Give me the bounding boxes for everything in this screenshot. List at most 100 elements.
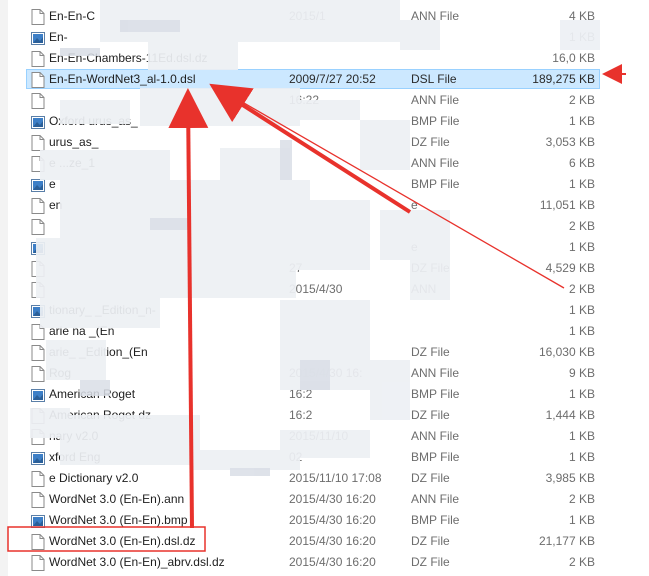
file-type: BMP File — [411, 450, 460, 464]
file-date-modified: 16:2 — [289, 387, 313, 401]
file-row[interactable]: e 1 KB — [26, 237, 600, 257]
file-name: tionary_ _Edition_n- — [49, 303, 156, 317]
file-type: ANN File — [411, 93, 460, 107]
bitmap-file-icon — [31, 177, 45, 193]
file-date-modified: 2015/11/10 17:08 — [289, 471, 382, 485]
file-type: BMP File — [411, 177, 460, 191]
file-size: 4,529 KB — [545, 261, 595, 275]
file-size: 1 KB — [568, 114, 595, 128]
file-row[interactable]: arie na _(En 1 KB — [26, 321, 600, 341]
file-name: En- — [49, 30, 68, 44]
file-row[interactable]: 2 KB — [26, 216, 600, 236]
file-name: En-En-WordNet3_al-1.0.dsl — [49, 72, 196, 86]
generic-file-icon — [31, 9, 45, 25]
bitmap-file-icon — [31, 450, 45, 466]
file-size: 1 KB — [568, 177, 595, 191]
file-name: WordNet 3.0 (En-En).bmp — [49, 513, 188, 527]
generic-file-icon — [31, 429, 45, 445]
file-size: 1 KB — [568, 30, 595, 44]
file-row[interactable]: xford Eng 02 BMP File 1 KB — [26, 447, 600, 467]
file-row[interactable]: nary v2.0 2015/11/10 ANN File 1 KB — [26, 426, 600, 446]
file-name: WordNet 3.0 (En-En).ann — [49, 492, 185, 506]
file-row[interactable]: En-En-C 2015/1 ANN File 4 KB — [26, 6, 600, 26]
file-row[interactable]: urus_as_ DZ File 3,053 KB — [26, 132, 600, 152]
file-name: urus_as_ — [49, 135, 99, 149]
generic-file-icon — [31, 72, 45, 88]
generic-file-icon — [31, 492, 45, 508]
file-row[interactable]: Oxford urus_as_ BMP File 1 KB — [26, 111, 600, 131]
file-date-modified: 2015/4/30 16:20 — [289, 534, 376, 548]
file-type: DZ File — [411, 555, 450, 569]
file-size: 1 KB — [568, 513, 595, 527]
file-date-modified: 27 — [289, 261, 303, 275]
file-name: WordNet 3.0 (En-En).dsl.dz — [49, 534, 196, 548]
file-size: 4 KB — [568, 9, 595, 23]
file-type: BMP File — [411, 114, 460, 128]
file-size: 16,0 KB — [552, 51, 595, 65]
file-type: DZ File — [411, 408, 450, 422]
file-row[interactable]: e BMP File 1 KB — [26, 174, 600, 194]
file-name: Oxford urus_as_ — [49, 114, 138, 128]
file-row[interactable]: American Roget 16:2 BMP File 1 KB — [26, 384, 600, 404]
generic-file-icon — [31, 261, 45, 277]
file-name: e Dictionary v2.0 — [49, 471, 139, 485]
file-name: en — [49, 198, 63, 212]
file-size: 1 KB — [568, 303, 595, 317]
file-date-modified: 2015/4/30 16: — [289, 366, 363, 380]
file-row[interactable]: en e 11,051 KB — [26, 195, 600, 215]
file-name: e — [49, 177, 56, 191]
file-type: ANN File — [411, 492, 460, 506]
file-name: American Roget dz — [49, 408, 152, 422]
file-date-modified: 16:22 — [289, 93, 320, 107]
file-row[interactable]: WordNet 3.0 (En-En).ann 2015/4/30 16:20 AN… — [26, 489, 600, 509]
file-row[interactable]: WordNet 3.0 (En-En).bmp 2015/4/30 16:20 BM… — [26, 510, 600, 530]
generic-file-icon — [31, 555, 45, 571]
file-type: DZ File — [411, 471, 450, 485]
file-type: ANN File — [411, 9, 460, 23]
file-row[interactable]: En- 1 KB — [26, 27, 600, 47]
file-name: En-En-Chambers-11Ed.dsl.dz — [49, 51, 208, 65]
generic-file-icon — [31, 93, 45, 109]
bitmap-file-icon — [31, 387, 45, 403]
file-row[interactable]: WordNet 3.0 (En-En)_abrv.dsl.dz 2015/4/30… — [26, 552, 600, 572]
file-type: DZ File — [411, 345, 450, 359]
file-row[interactable]: WordNet 3.0 (En-En).dsl.dz 2015/4/30 16:2… — [26, 531, 600, 551]
file-row[interactable]: 27 DZ File 4,529 KB — [26, 258, 600, 278]
file-row-selected[interactable]: En-En-WordNet3_al-1.0.dsl 2009/7/27 20:52… — [26, 69, 600, 89]
file-size: 3,985 KB — [545, 471, 595, 485]
file-row[interactable]: e ...ze_1 ANN File 6 KB — [26, 153, 600, 173]
generic-file-icon — [31, 534, 45, 550]
file-type: ANN File — [411, 366, 460, 380]
file-row[interactable]: En-En-Chambers-11Ed.dsl.dz 16,0 KB — [26, 48, 600, 68]
file-date-modified: 2009/7/27 20:52 — [289, 72, 376, 86]
file-row[interactable]: 16:22 ANN File 2 KB — [26, 90, 600, 110]
file-size: 1 KB — [568, 324, 595, 338]
file-size: 21,177 KB — [538, 534, 595, 548]
bitmap-file-icon — [31, 513, 45, 529]
file-size: 6 KB — [568, 156, 595, 170]
file-name: xford Eng — [49, 450, 101, 464]
file-size: 1 KB — [568, 240, 595, 254]
file-row[interactable]: Rog 2015/4/30 16: ANN File 9 KB — [26, 363, 600, 383]
bitmap-file-icon — [31, 303, 45, 319]
generic-file-icon — [31, 282, 45, 298]
file-row[interactable]: American Roget dz 16:2 DZ File 1,444 KB — [26, 405, 600, 425]
file-row[interactable]: e Dictionary v2.0 2015/11/10 17:08 DZ File… — [26, 468, 600, 488]
file-list: En-En-C 2015/1 ANN File 4 KB En- 1 KB En-En-Ch… — [0, 0, 649, 576]
generic-file-icon — [31, 219, 45, 235]
file-name: arie na _(En — [49, 324, 115, 338]
file-row[interactable]: arie_ _Edition_(En DZ File 16,030 KB — [26, 342, 600, 362]
file-row[interactable]: tionary_ _Edition_n- 1 KB — [26, 300, 600, 320]
file-name: nary v2.0 — [49, 429, 99, 443]
file-date-modified: 2015/4/30 16:20 — [289, 513, 376, 527]
file-date-modified: 2015/4/30 16:20 — [289, 555, 376, 569]
file-row[interactable]: 2015/4/30 ANN 2 KB — [26, 279, 600, 299]
bitmap-file-icon — [31, 114, 45, 130]
file-size: 189,275 KB — [532, 72, 595, 86]
file-date-modified: 02 — [289, 450, 303, 464]
file-type: e — [411, 240, 418, 254]
file-date-modified: 2015/1 — [289, 9, 326, 23]
file-size: 2 KB — [568, 93, 595, 107]
file-name: e ...ze_1 — [49, 156, 96, 170]
file-size: 1 KB — [568, 450, 595, 464]
